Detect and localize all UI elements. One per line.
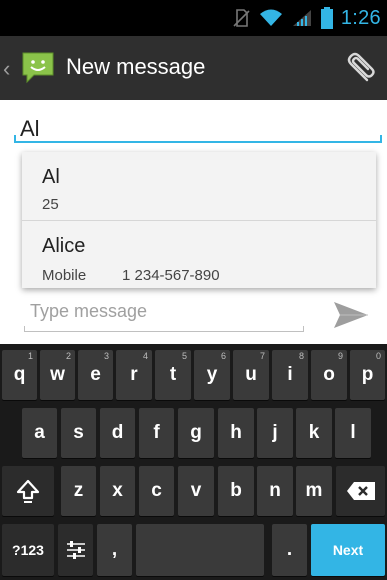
key-label: y [206,364,218,385]
key-c[interactable]: c [139,466,174,516]
symbols-key[interactable]: ?123 [2,524,54,576]
suggestion-item-alice[interactable]: Alice Mobile 1 234-567-890 [22,220,376,288]
key-p[interactable]: p0 [350,350,385,400]
key-w[interactable]: w2 [40,350,75,400]
suggestion-phone-type: Mobile [42,267,87,284]
input-settings-key[interactable] [58,524,93,576]
suggestion-item-al[interactable]: Al 25 [22,152,376,220]
spacebar-key[interactable] [136,524,264,576]
page-title: New message [66,54,206,79]
recipient-underline [14,135,382,143]
key-hint: 6 [220,351,226,361]
key-u[interactable]: u7 [233,350,269,400]
backspace-icon [346,481,376,501]
key-m[interactable]: m [296,466,332,516]
key-g[interactable]: g [178,408,214,458]
key-x[interactable]: x [100,466,135,516]
key-label: i [287,364,293,385]
messaging-app-icon[interactable] [20,50,56,84]
key-j[interactable]: j [257,408,293,458]
message-input[interactable] [30,298,280,324]
key-d[interactable]: d [100,408,135,458]
soft-keyboard: q1 w2 e3 r4 t5 y6 u7 i8 o9 p0 a s d f g … [0,344,387,580]
key-o[interactable]: o9 [311,350,347,400]
key-hint: 3 [103,351,109,361]
next-key[interactable]: Next [311,524,385,576]
status-icons: 1:26 [231,0,381,36]
key-label: w [50,364,65,385]
key-hint: 0 [375,351,381,361]
signal-icon [291,8,313,28]
key-s[interactable]: s [61,408,96,458]
key-h[interactable]: h [218,408,254,458]
key-r[interactable]: r4 [116,350,152,400]
wifi-icon [259,8,283,28]
key-t[interactable]: t5 [155,350,191,400]
suggestion-name: Alice [42,235,86,257]
status-bar: 1:26 [0,0,387,36]
period-key[interactable]: . [272,524,307,576]
send-icon[interactable] [330,294,372,336]
clock: 1:26 [340,6,381,29]
key-hint: 4 [142,351,148,361]
key-label: o [323,364,335,385]
suggestion-name: Al [42,166,60,188]
key-a[interactable]: a [22,408,57,458]
key-label: p [361,364,374,385]
key-z[interactable]: z [61,466,96,516]
comma-key[interactable]: , [97,524,132,576]
settings-sliders-icon [65,540,87,560]
key-label: e [90,364,101,385]
key-label: t [169,364,177,385]
key-hint: 9 [337,351,343,361]
key-hint: 8 [298,351,304,361]
key-k[interactable]: k [296,408,332,458]
recipient-input[interactable] [20,114,340,144]
key-b[interactable]: b [218,466,254,516]
key-v[interactable]: v [178,466,214,516]
contact-suggestions: Al 25 Alice Mobile 1 234-567-890 [22,152,376,288]
key-label: r [130,364,138,385]
key-y[interactable]: y6 [194,350,230,400]
shift-key[interactable] [2,466,54,516]
suggestion-detail: 25 [42,196,59,213]
shift-icon [15,478,41,504]
suggestion-phone-number: 1 234-567-890 [122,267,220,284]
paperclip-icon[interactable] [339,50,379,90]
no-sim-icon [231,8,251,28]
key-hint: 7 [259,351,265,361]
key-label: q [13,364,26,385]
message-underline [24,326,304,332]
backspace-key[interactable] [336,466,385,516]
key-label: u [245,364,257,385]
key-e[interactable]: e3 [78,350,113,400]
key-l[interactable]: l [335,408,371,458]
back-chevron-icon[interactable]: ‹ [3,56,10,82]
message-composer [0,288,387,344]
key-hint: 5 [181,351,187,361]
key-i[interactable]: i8 [272,350,308,400]
key-q[interactable]: q1 [2,350,37,400]
action-bar: ‹ New message [0,36,387,100]
key-hint: 1 [27,351,33,361]
recipient-field-container [0,100,387,156]
battery-icon [320,7,333,29]
key-f[interactable]: f [139,408,174,458]
key-hint: 2 [65,351,71,361]
key-n[interactable]: n [257,466,293,516]
